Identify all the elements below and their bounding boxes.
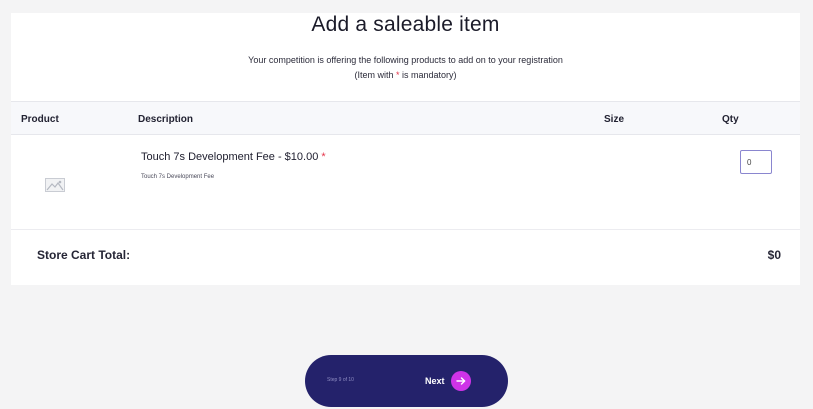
column-header-size: Size <box>604 114 625 125</box>
next-button-label: Next <box>425 376 445 386</box>
page-title: Add a saleable item <box>311 13 500 36</box>
next-button[interactable]: Next <box>425 369 471 393</box>
column-header-qty: Qty <box>722 114 739 125</box>
image-placeholder-icon <box>45 178 65 192</box>
product-description: Touch 7s Development Fee <box>141 174 215 180</box>
quantity-input[interactable] <box>740 150 772 174</box>
product-title: Touch 7s Development Fee - $10.00 * <box>141 151 326 163</box>
store-cart-total-value: $0 <box>767 248 781 262</box>
table-row: Touch 7s Development Fee - $10.00 * Touc… <box>11 135 800 230</box>
subtitle-line-2-post: is mandatory) <box>399 70 457 81</box>
page: Add a saleable item Your competition is … <box>0 0 813 409</box>
product-required-asterisk: * <box>321 151 326 163</box>
subtitle-line-2: (Item with * is mandatory) <box>11 68 800 83</box>
saleable-item-panel: Add a saleable item Your competition is … <box>11 13 800 285</box>
column-header-product: Product <box>21 114 59 125</box>
subtitle-line-1: Your competition is offering the followi… <box>248 55 563 65</box>
arrow-right-icon <box>450 371 471 391</box>
page-subtitle: Your competition is offering the followi… <box>11 53 800 84</box>
step-indicator: Step 9 of 10 <box>327 377 354 383</box>
column-header-description: Description <box>138 114 194 125</box>
wizard-footer: Step 9 of 10 Next <box>305 355 508 407</box>
product-title-text: Touch 7s Development Fee - $10.00 <box>141 151 319 163</box>
store-cart-total-label: Store Cart Total: <box>37 248 131 262</box>
subtitle-line-2-pre: (Item with <box>354 70 396 81</box>
table-header: Product Description Size Qty <box>11 101 800 135</box>
